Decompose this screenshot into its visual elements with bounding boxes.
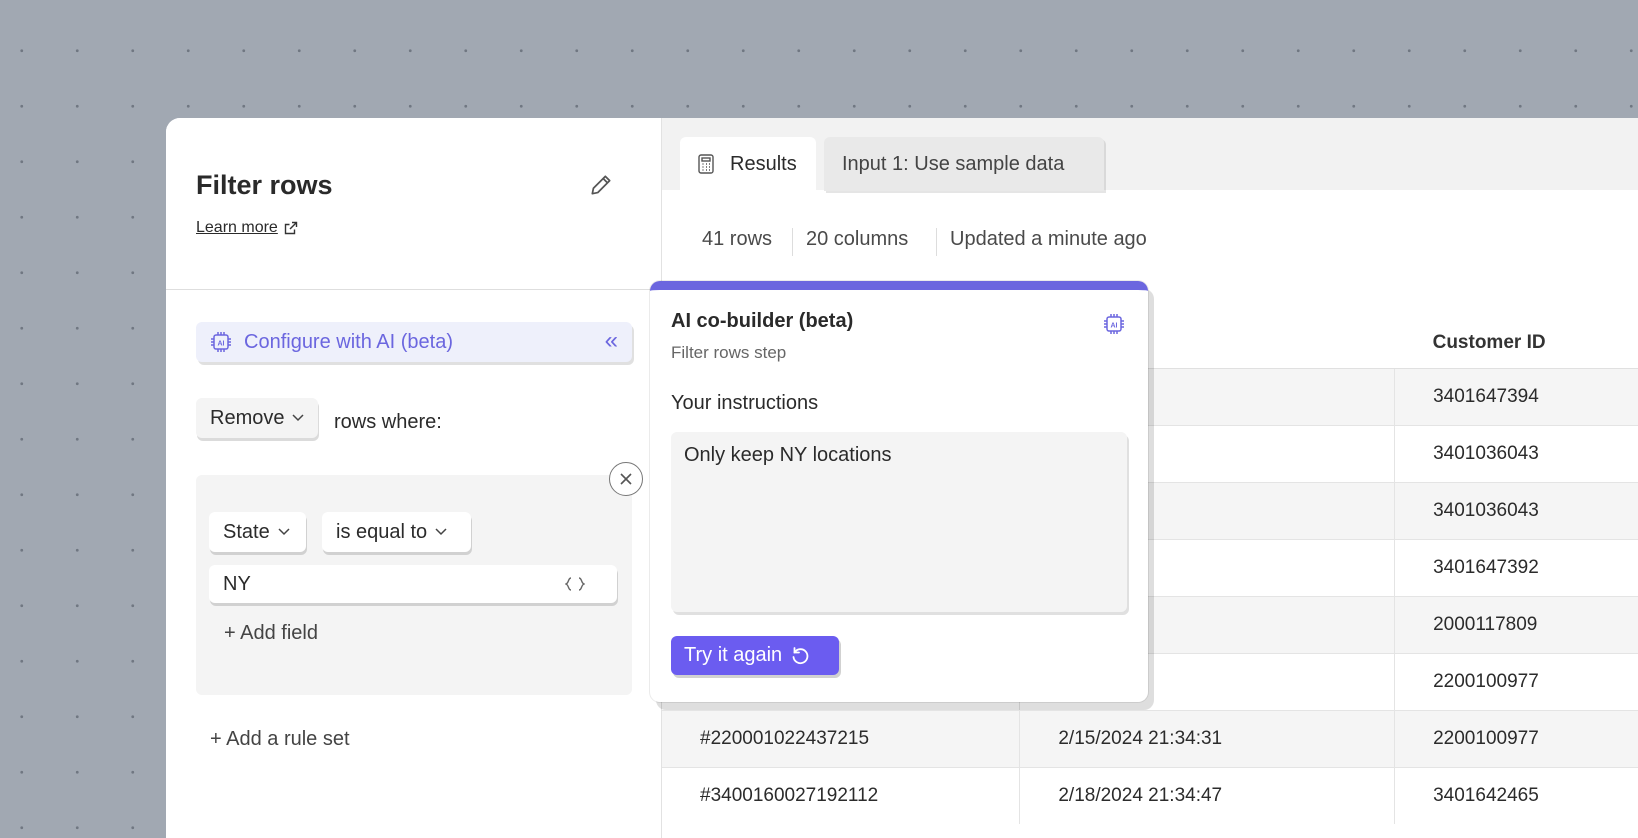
collapse-chevron-icon[interactable]: « bbox=[605, 327, 618, 355]
table-cell: 3401642465 bbox=[1394, 766, 1638, 824]
svg-text:AI: AI bbox=[1111, 323, 1118, 330]
instructions-label: Your instructions bbox=[671, 392, 819, 414]
rows-where-label: rows where: bbox=[334, 411, 442, 433]
field-dropdown[interactable]: State bbox=[209, 512, 306, 552]
tabs-bar: Results Input 1: Use sample data bbox=[662, 118, 1638, 191]
table-row: #3400160027192112 2/18/2024 21:34:47 34016… bbox=[662, 766, 1638, 824]
ai-cobuilder-popover: AI co-builder (beta) AI Filter rows step… bbox=[650, 281, 1148, 702]
learn-more-link[interactable]: Learn more bbox=[196, 219, 298, 237]
tab-input-1-label: Input 1: Use sample data bbox=[842, 152, 1065, 175]
table-cell: 2200100977 bbox=[1394, 709, 1638, 767]
configure-with-ai-label: Configure with AI (beta) bbox=[244, 330, 453, 353]
tab-input-1[interactable]: Input 1: Use sample data bbox=[824, 137, 1104, 191]
instructions-textarea[interactable]: Only keep NY locations bbox=[671, 432, 1127, 612]
svg-text:AI: AI bbox=[218, 341, 225, 348]
table-cell: 3401036043 bbox=[1394, 481, 1638, 539]
row-count: 41 rows bbox=[702, 228, 773, 250]
step-config-panel: Filter rows Learn more AI Configure with… bbox=[166, 118, 662, 838]
table-row: #220001022437215 2/15/2024 21:34:31 220010… bbox=[662, 709, 1638, 767]
action-value: Remove bbox=[210, 406, 285, 429]
tab-results[interactable]: Results bbox=[680, 137, 816, 191]
tab-results-label: Results bbox=[730, 152, 797, 175]
close-icon bbox=[620, 473, 632, 485]
meta-divider bbox=[936, 228, 937, 256]
column-count: 20 columns bbox=[806, 228, 909, 250]
action-dropdown[interactable]: Remove bbox=[196, 398, 318, 438]
chevron-down-icon bbox=[435, 528, 447, 536]
learn-more-label: Learn more bbox=[196, 219, 278, 236]
calculator-icon bbox=[698, 154, 714, 174]
table-cell: 2/15/2024 21:34:31 bbox=[1019, 709, 1396, 767]
cobuilder-subtitle: Filter rows step bbox=[671, 343, 787, 362]
table-cell: #3400160027192112 bbox=[662, 766, 1021, 824]
table-cell: 3401036043 bbox=[1394, 424, 1638, 482]
table-cell: 2000117809 bbox=[1394, 595, 1638, 653]
updated-status: Updated a minute ago bbox=[950, 228, 1147, 250]
table-cell: 2200100977 bbox=[1394, 652, 1638, 710]
chevron-down-icon bbox=[278, 528, 290, 536]
cobuilder-title: AI co-builder (beta) bbox=[671, 310, 854, 332]
table-cell: 3401647392 bbox=[1394, 538, 1638, 596]
step-title: Filter rows bbox=[196, 170, 333, 200]
try-again-button[interactable]: Try it again bbox=[671, 636, 839, 675]
value-text: NY bbox=[223, 572, 251, 595]
braces-icon[interactable] bbox=[565, 577, 585, 591]
external-link-icon bbox=[284, 221, 298, 235]
chevron-down-icon bbox=[292, 414, 305, 422]
configure-with-ai-button[interactable]: AI Configure with AI (beta) « bbox=[196, 322, 632, 362]
add-rule-set-button[interactable]: + Add a rule set bbox=[210, 728, 350, 751]
remove-rule-set-button[interactable] bbox=[609, 462, 643, 496]
field-value: State bbox=[223, 520, 270, 543]
try-again-label: Try it again bbox=[684, 644, 783, 666]
ai-chip-icon: AI bbox=[211, 332, 231, 352]
operator-value: is equal to bbox=[336, 520, 428, 543]
ai-chip-icon: AI bbox=[1104, 314, 1124, 334]
table-cell: 2/18/2024 21:34:47 bbox=[1019, 766, 1396, 824]
add-field-button[interactable]: + Add field bbox=[224, 622, 318, 645]
operator-dropdown[interactable]: is equal to bbox=[322, 512, 471, 552]
rule-set: State is equal to NY + Add field bbox=[196, 475, 632, 695]
pencil-icon[interactable] bbox=[588, 172, 614, 198]
table-cell: 3401647394 bbox=[1394, 367, 1638, 425]
value-input[interactable]: NY bbox=[209, 565, 617, 603]
column-header[interactable]: Customer ID bbox=[1394, 318, 1638, 369]
step-header: Filter rows Learn more bbox=[166, 118, 661, 290]
retry-icon bbox=[792, 646, 809, 664]
meta-divider bbox=[792, 228, 793, 256]
table-cell: #220001022437215 bbox=[662, 709, 1021, 767]
